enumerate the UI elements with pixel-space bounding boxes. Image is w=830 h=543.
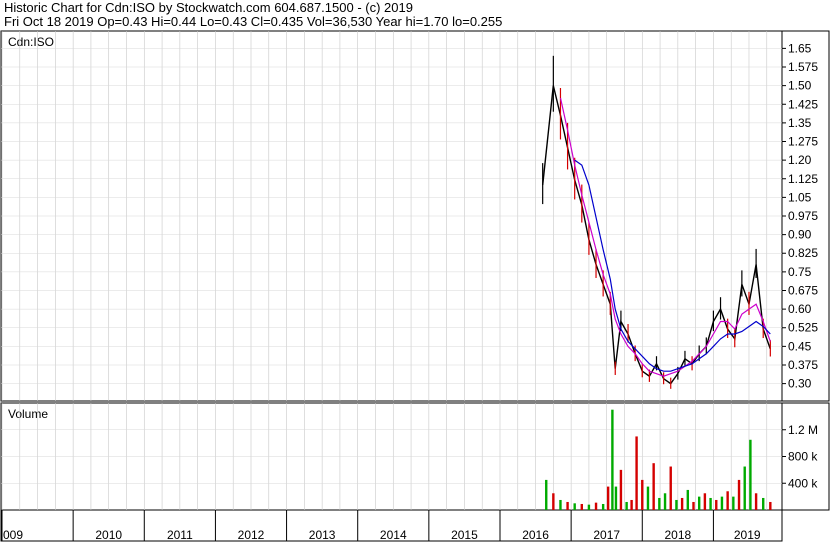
volume-bar bbox=[709, 497, 712, 510]
volume-bar bbox=[726, 491, 729, 510]
volume-tick-label: 400 k bbox=[788, 476, 818, 490]
volume-bar bbox=[641, 479, 644, 510]
volume-bar bbox=[635, 436, 638, 510]
volume-bar bbox=[720, 496, 724, 510]
year-tick-label: 2018 bbox=[664, 528, 691, 542]
price-tick-label: 0.675 bbox=[788, 283, 818, 297]
volume-bar bbox=[658, 497, 661, 510]
price-tick-label: 1.05 bbox=[788, 190, 812, 204]
year-tick-label: 2013 bbox=[309, 528, 336, 542]
volume-bar bbox=[619, 469, 623, 510]
volume-bar bbox=[594, 502, 598, 510]
price-tick-label: 1.35 bbox=[788, 116, 812, 130]
volume-bar bbox=[646, 486, 650, 510]
price-tick-label: 1.65 bbox=[788, 41, 812, 55]
volume-bar bbox=[715, 499, 718, 510]
year-tick-label: 009 bbox=[3, 528, 23, 542]
volume-bar bbox=[754, 493, 758, 510]
volume-bar bbox=[669, 466, 672, 510]
volume-tick-label: 1.2 M bbox=[788, 423, 818, 437]
price-tick-label: 1.575 bbox=[788, 60, 818, 74]
volume-bar bbox=[566, 501, 569, 510]
volume-bar bbox=[606, 486, 610, 510]
year-tick-label: 2019 bbox=[734, 528, 761, 542]
volume-bar bbox=[652, 463, 655, 510]
volume-bar bbox=[630, 499, 633, 510]
price-tick-label: 0.45 bbox=[788, 339, 812, 353]
price-tick-label: 0.75 bbox=[788, 265, 812, 279]
volume-bar bbox=[697, 496, 701, 510]
year-tick-label: 2014 bbox=[380, 528, 407, 542]
price-tick-label: 1.425 bbox=[788, 97, 818, 111]
volume-bar bbox=[686, 489, 690, 510]
volume-bar bbox=[732, 496, 735, 510]
volume-bar bbox=[703, 493, 707, 510]
price-tick-label: 0.90 bbox=[788, 228, 812, 242]
price-tick-label: 0.525 bbox=[788, 321, 818, 335]
volume-bar bbox=[580, 503, 584, 510]
volume-bar bbox=[762, 497, 765, 510]
volume-bar bbox=[573, 503, 576, 510]
volume-panel-label: Volume bbox=[8, 407, 48, 421]
price-tick-label: 1.50 bbox=[788, 79, 812, 93]
volume-bar bbox=[552, 493, 555, 510]
volume-bar bbox=[587, 504, 591, 510]
volume-bar bbox=[614, 486, 618, 510]
price-tick-label: 1.125 bbox=[788, 172, 818, 186]
price-tick-label: 0.825 bbox=[788, 246, 818, 260]
volume-tick-label: 800 k bbox=[788, 450, 818, 464]
volume-bar bbox=[692, 501, 695, 510]
year-tick-label: 2016 bbox=[522, 528, 549, 542]
price-tick-label: 0.30 bbox=[788, 377, 812, 391]
volume-bar bbox=[559, 499, 562, 510]
year-tick-label: 2010 bbox=[95, 528, 122, 542]
volume-bar bbox=[663, 493, 667, 510]
volume-bar bbox=[737, 479, 741, 510]
stock-chart: Cdn:ISO Volume 1.65 1.575 1.50 1.425 1.35 1.2… bbox=[0, 30, 830, 542]
volume-bar bbox=[545, 479, 548, 510]
volume-bar bbox=[749, 439, 752, 510]
year-tick-label: 2012 bbox=[238, 528, 265, 542]
volume-bar bbox=[675, 499, 678, 510]
volume-bar bbox=[680, 497, 684, 510]
price-tick-label: 1.20 bbox=[788, 153, 812, 167]
year-tick-label: 2011 bbox=[167, 528, 193, 542]
volume-bar bbox=[769, 501, 772, 510]
price-panel-label: Cdn:ISO bbox=[8, 35, 54, 49]
year-tick-label: 2017 bbox=[593, 528, 620, 542]
volume-bar bbox=[625, 501, 628, 510]
volume-bar bbox=[611, 409, 614, 510]
volume-bar bbox=[743, 466, 746, 510]
price-tick-label: 0.375 bbox=[788, 358, 818, 372]
price-tick-label: 0.60 bbox=[788, 302, 812, 316]
price-tick-label: 1.275 bbox=[788, 135, 818, 149]
volume-bar bbox=[601, 503, 605, 510]
price-tick-label: 0.975 bbox=[788, 209, 818, 223]
year-tick-label: 2015 bbox=[451, 528, 478, 542]
